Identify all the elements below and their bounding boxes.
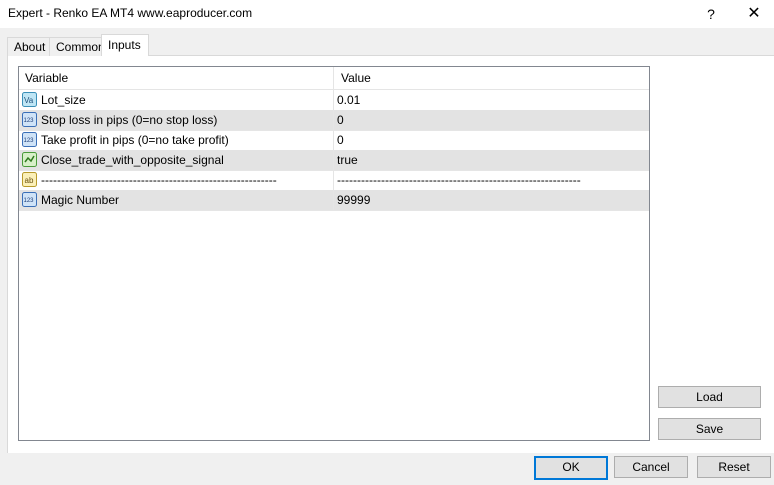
- variable-name: ----------------------------------------…: [41, 173, 277, 187]
- tab-inputs[interactable]: Inputs: [101, 34, 149, 56]
- table-row[interactable]: 123 Magic Number 99999: [19, 190, 649, 211]
- ok-button[interactable]: OK: [534, 456, 608, 480]
- table-row[interactable]: Close_trade_with_opposite_signal true: [19, 150, 649, 171]
- table-row[interactable]: Va Lot_size 0.01: [19, 90, 649, 111]
- table-row[interactable]: ab -------------------------------------…: [19, 170, 649, 191]
- int-icon: 123: [22, 112, 37, 127]
- help-button[interactable]: ?: [697, 3, 725, 25]
- variable-value[interactable]: 99999: [337, 190, 642, 210]
- title-bar: Expert - Renko EA MT4 www.eaproducer.com…: [0, 0, 774, 28]
- variable-name: Lot_size: [41, 93, 86, 107]
- save-button[interactable]: Save: [658, 418, 761, 440]
- column-header-variable[interactable]: Variable: [19, 67, 68, 89]
- cancel-button[interactable]: Cancel: [614, 456, 688, 478]
- val-icon: Va: [22, 92, 37, 107]
- column-header-value[interactable]: Value: [335, 67, 371, 89]
- svg-text:123: 123: [24, 118, 35, 124]
- int-icon: 123: [22, 192, 37, 207]
- table-row[interactable]: 123 Stop loss in pips (0=no stop loss) 0: [19, 110, 649, 131]
- grid-header: Variable Value: [19, 67, 649, 90]
- reset-button[interactable]: Reset: [697, 456, 771, 478]
- variable-value[interactable]: 0: [337, 130, 642, 150]
- inputs-grid: Variable Value Va Lot_size 0.01 123 Stop…: [18, 66, 650, 441]
- tab-about[interactable]: About: [7, 37, 51, 56]
- tab-common[interactable]: Common: [49, 37, 107, 56]
- bool-icon: [22, 152, 37, 167]
- variable-name: Stop loss in pips (0=no stop loss): [41, 113, 218, 127]
- variable-name: Close_trade_with_opposite_signal: [41, 153, 224, 167]
- svg-text:123: 123: [24, 198, 35, 204]
- int-icon: 123: [22, 132, 37, 147]
- svg-text:Va: Va: [24, 96, 34, 105]
- svg-text:123: 123: [24, 138, 35, 144]
- window-title: Expert - Renko EA MT4 www.eaproducer.com: [8, 6, 253, 20]
- variable-value[interactable]: 0.01: [337, 90, 642, 110]
- svg-text:ab: ab: [25, 176, 34, 185]
- table-row[interactable]: 123 Take profit in pips (0=no take profi…: [19, 130, 649, 151]
- variable-name: Take profit in pips (0=no take profit): [41, 133, 229, 147]
- string-icon: ab: [22, 172, 37, 187]
- variable-value[interactable]: ----------------------------------------…: [337, 170, 642, 190]
- close-button[interactable]: ✕: [740, 3, 768, 25]
- variable-value[interactable]: 0: [337, 110, 642, 130]
- variable-name: Magic Number: [41, 193, 120, 207]
- variable-value[interactable]: true: [337, 150, 642, 170]
- load-button[interactable]: Load: [658, 386, 761, 408]
